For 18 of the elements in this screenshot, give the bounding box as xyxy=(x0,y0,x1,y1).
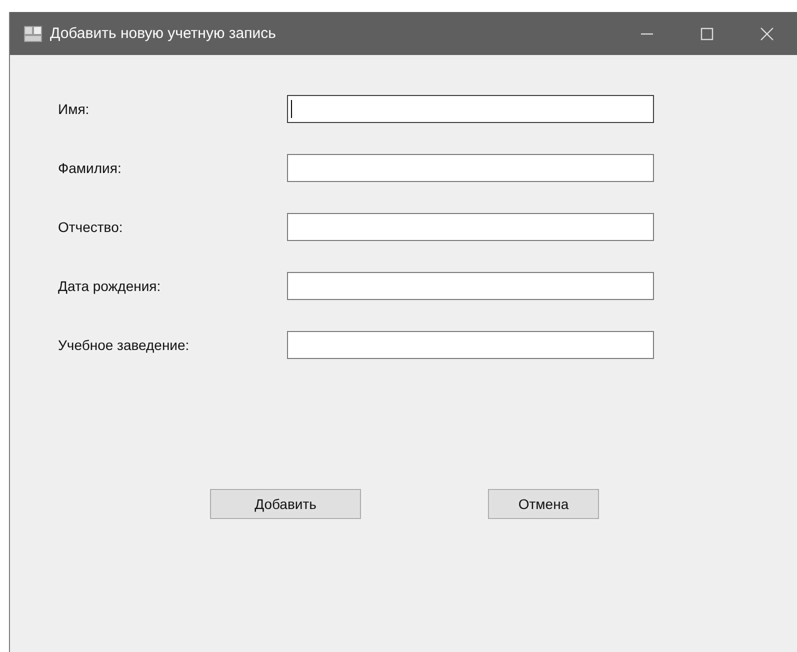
minimize-icon xyxy=(640,32,654,34)
close-icon xyxy=(760,26,774,40)
input-field[interactable] xyxy=(287,272,654,300)
field-label: Дата рождения: xyxy=(58,278,162,294)
text-cursor xyxy=(291,100,292,118)
add-button[interactable]: Добавить xyxy=(210,489,361,519)
input-field[interactable] xyxy=(287,213,654,241)
field-label: Учебное заведение: xyxy=(58,337,190,353)
field-label: Фамилия: xyxy=(58,160,122,176)
field-label: Имя: xyxy=(58,101,90,117)
input-field[interactable] xyxy=(287,154,654,182)
input-field[interactable] xyxy=(287,95,654,123)
maximize-icon xyxy=(700,26,714,40)
window-title: Добавить новую учетную запись xyxy=(50,25,277,42)
field-label: Отчество: xyxy=(58,219,124,235)
cancel-button[interactable]: Отмена xyxy=(488,489,599,519)
form-icon xyxy=(24,26,42,42)
input-field[interactable] xyxy=(287,331,654,359)
